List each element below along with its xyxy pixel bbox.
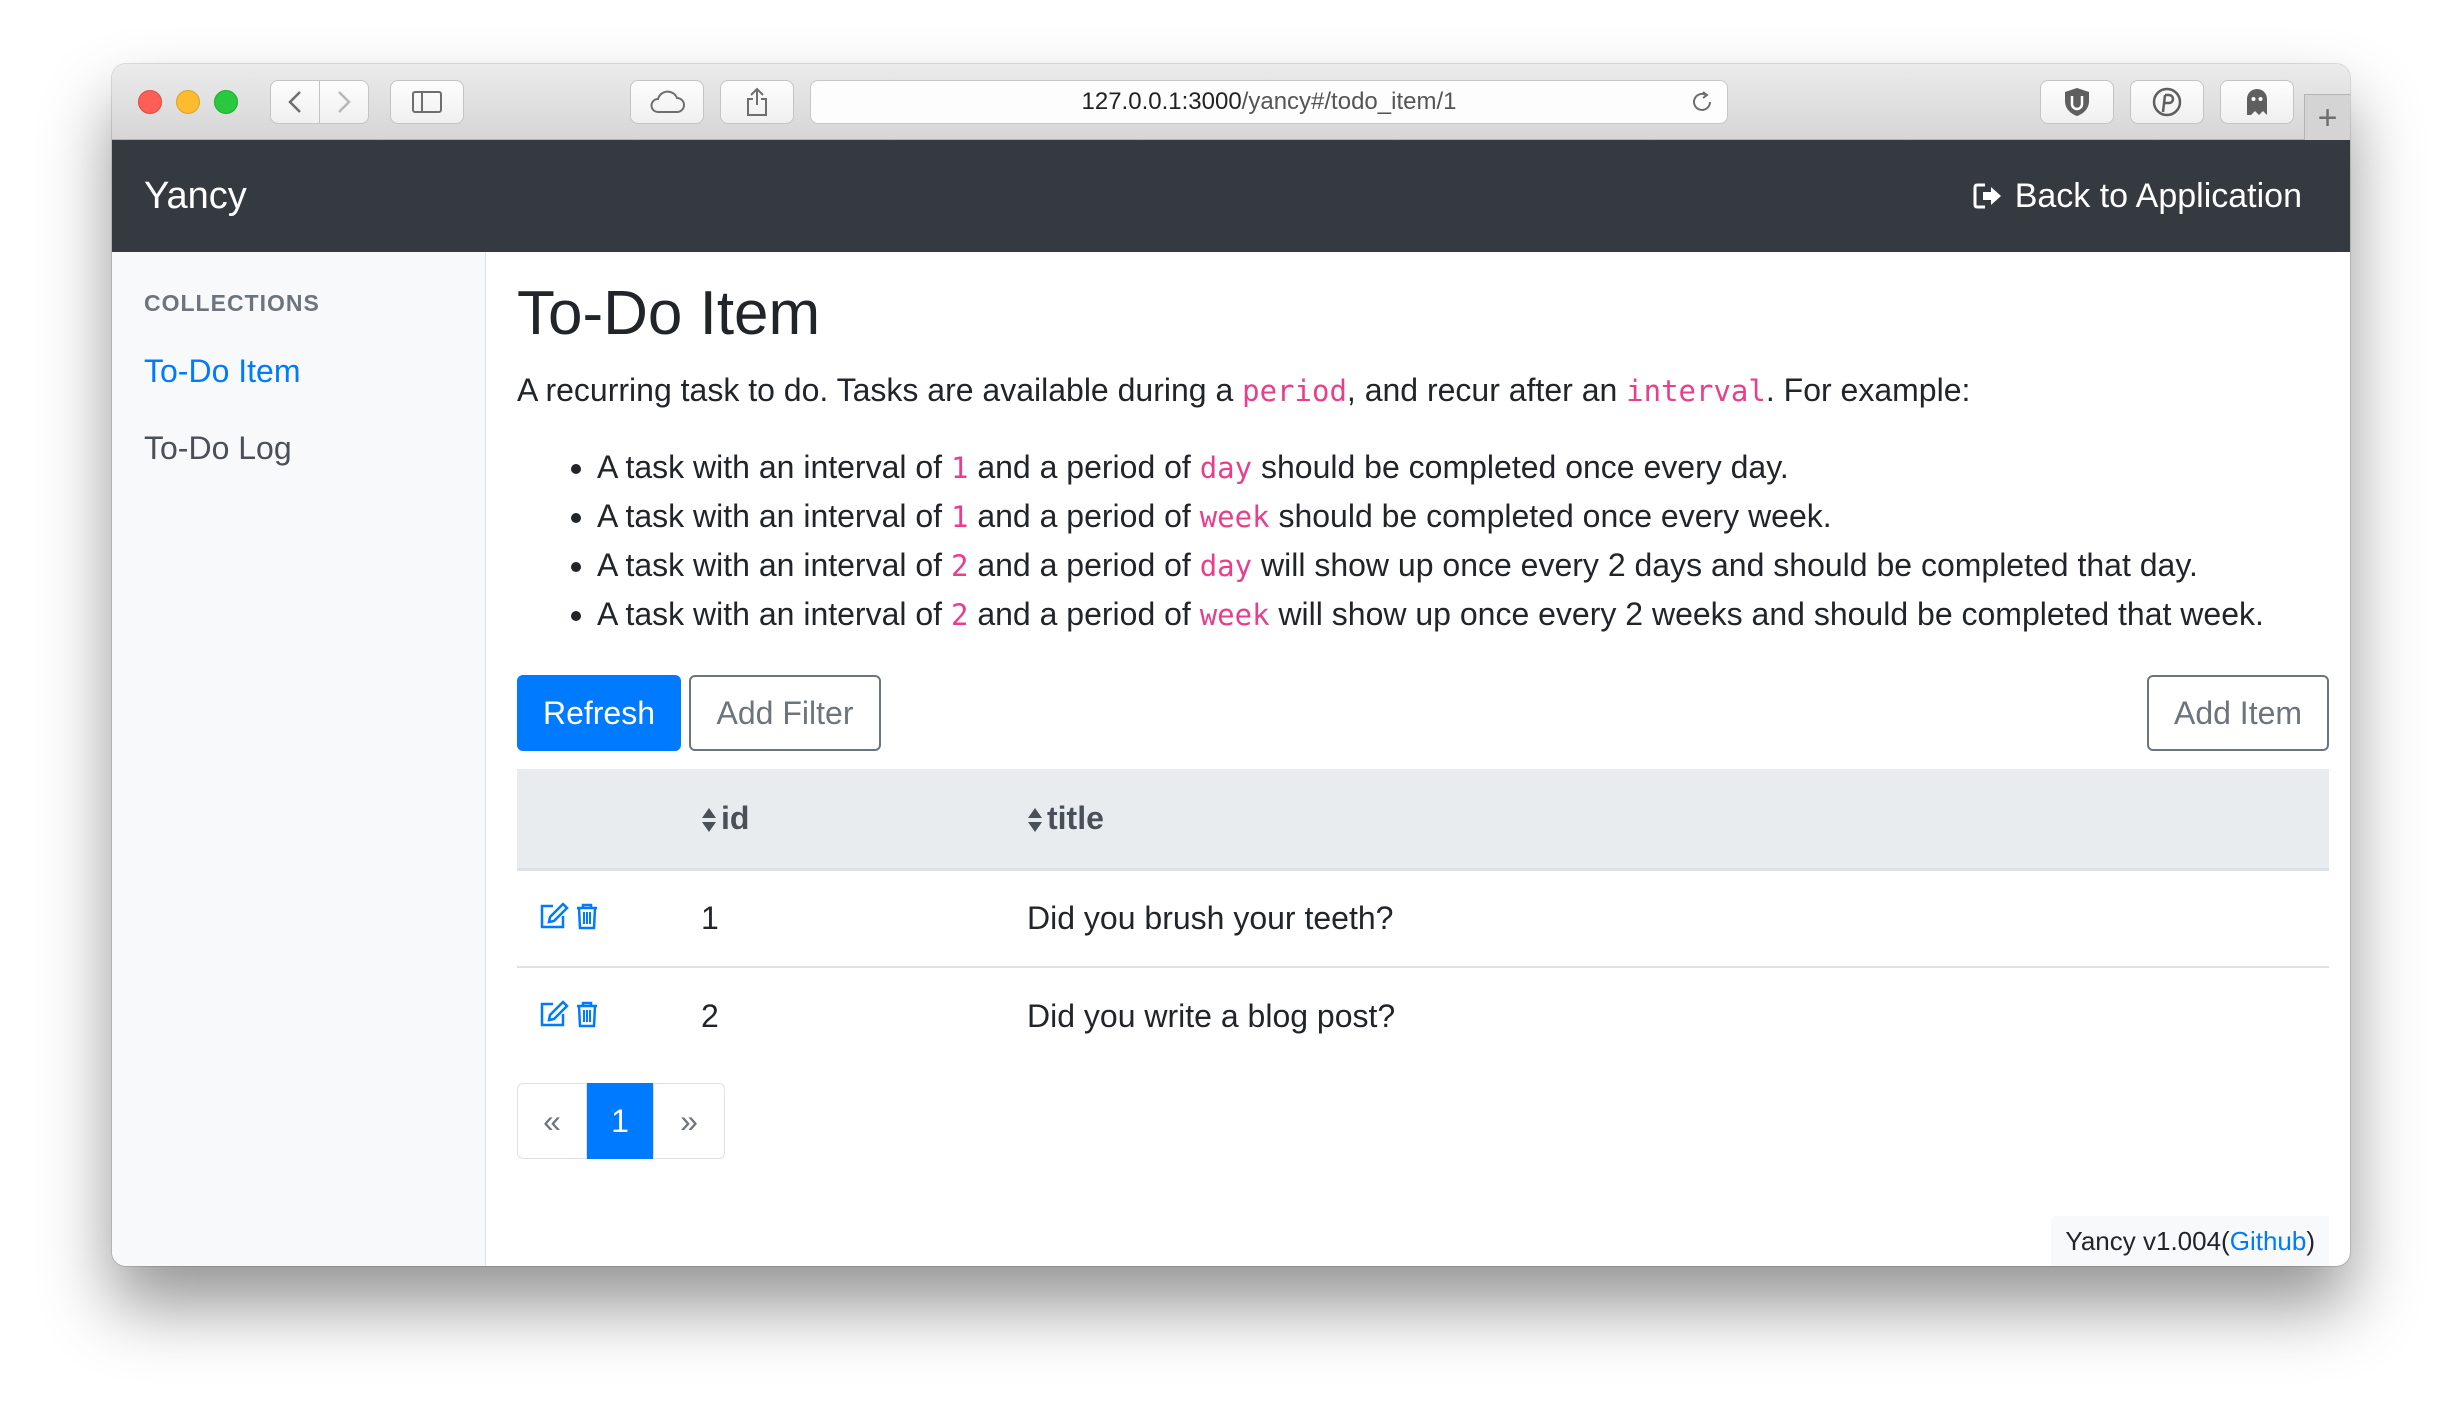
url-path: /yancy#/todo_item/1 — [1241, 88, 1457, 115]
sidebar-item-todo-log[interactable]: To-Do Log — [144, 430, 485, 467]
cell-id: 1 — [701, 869, 1027, 968]
previous-page-button[interactable]: « — [517, 1083, 587, 1159]
examples-list: A task with an interval of 1 and a perio… — [517, 443, 2329, 639]
table-row: 2 Did you write a blog post? — [517, 967, 2329, 1065]
chevron-left-icon — [288, 91, 301, 113]
ublock-extension-button[interactable] — [2040, 80, 2114, 124]
row-actions — [517, 869, 701, 968]
row-actions — [517, 967, 701, 1065]
back-nav-button[interactable] — [270, 80, 320, 124]
back-to-application-label: Back to Application — [2014, 176, 2302, 215]
actions-column-header — [517, 769, 701, 871]
add-filter-button[interactable]: Add Filter — [689, 675, 881, 751]
ghost-icon — [2247, 89, 2267, 115]
pagination: « 1 » — [517, 1083, 2329, 1159]
address-bar[interactable]: 127.0.0.1:3000/yancy#/todo_item/1 — [810, 80, 1728, 124]
browser-toolbar: 127.0.0.1:3000/yancy#/todo_item/1 + — [112, 64, 2350, 140]
version-text: Yancy v1.004 — [2065, 1225, 2222, 1256]
list-item: A task with an interval of 2 and a perio… — [597, 590, 2329, 639]
sort-icon — [702, 808, 716, 833]
pinterest-extension-button[interactable] — [2130, 80, 2204, 124]
back-to-application-link[interactable]: Back to Application — [1973, 177, 2302, 216]
version-footer: Yancy v1.004 (Github) — [2051, 1216, 2329, 1266]
browser-window: 127.0.0.1:3000/yancy#/todo_item/1 + Yanc… — [112, 64, 2350, 1266]
trash-icon[interactable] — [575, 999, 599, 1036]
sidebar-heading: COLLECTIONS — [144, 290, 320, 316]
reload-icon[interactable] — [1689, 89, 1715, 122]
cell-id: 2 — [701, 998, 719, 1034]
list-item: A task with an interval of 1 and a perio… — [597, 443, 2329, 492]
code-interval: interval — [1626, 374, 1766, 408]
cell-title: Did you brush your teeth? — [1027, 869, 2329, 968]
close-window-button[interactable] — [138, 90, 162, 114]
brand-logo[interactable]: Yancy — [144, 175, 247, 218]
code-period: period — [1242, 374, 1347, 408]
collection-description: A recurring task to do. Tasks are availa… — [517, 372, 1971, 408]
forward-nav-button[interactable] — [319, 80, 369, 124]
sort-icon — [1028, 808, 1042, 833]
ublock-shield-icon — [2065, 88, 2089, 116]
sign-out-icon — [1973, 183, 2001, 209]
sidebar-item-todo-item[interactable]: To-Do Item — [144, 353, 485, 390]
items-toolbar: Refresh Add Filter Add Item — [517, 675, 2329, 751]
sidebar-icon — [412, 91, 442, 113]
items-table: id title 1 Did you brush your teeth? 2 D… — [517, 769, 2329, 1065]
refresh-button[interactable]: Refresh — [517, 675, 681, 751]
column-header-id[interactable]: id — [701, 769, 1027, 871]
main-content: To-Do Item A recurring task to do. Tasks… — [517, 252, 2329, 1266]
next-page-button[interactable]: » — [653, 1083, 725, 1159]
table-header-row: id title — [517, 769, 2329, 871]
minimize-window-button[interactable] — [176, 90, 200, 114]
cloud-icon — [650, 90, 685, 113]
url-host: 127.0.0.1:3000 — [1081, 88, 1242, 115]
icloud-tabs-button[interactable] — [630, 80, 704, 124]
table-row: 1 Did you brush your teeth? — [517, 869, 2329, 968]
edit-icon[interactable] — [539, 901, 569, 938]
share-button[interactable] — [720, 80, 794, 124]
page-1-button[interactable]: 1 — [587, 1083, 653, 1159]
new-tab-button[interactable]: + — [2304, 94, 2350, 140]
sidebar-toggle-button[interactable] — [390, 80, 464, 124]
edit-icon[interactable] — [539, 999, 569, 1036]
maximize-window-button[interactable] — [214, 90, 238, 114]
list-item: A task with an interval of 2 and a perio… — [597, 541, 2329, 590]
cell-title: Did you write a blog post? — [1027, 998, 1396, 1034]
app-navbar: Yancy Back to Application — [112, 140, 2350, 252]
pinterest-icon — [2152, 87, 2182, 117]
ghostery-extension-button[interactable] — [2220, 80, 2294, 124]
github-link[interactable]: Github — [2230, 1226, 2307, 1257]
add-item-button[interactable]: Add Item — [2147, 675, 2329, 751]
chevron-right-icon — [338, 91, 351, 113]
collections-sidebar: COLLECTIONS To-Do Item To-Do Log — [112, 252, 486, 1266]
column-header-title[interactable]: title — [1027, 769, 2329, 871]
trash-icon[interactable] — [575, 901, 599, 938]
share-icon — [747, 87, 767, 116]
page-title: To-Do Item — [517, 279, 821, 348]
list-item: A task with an interval of 1 and a perio… — [597, 492, 2329, 541]
